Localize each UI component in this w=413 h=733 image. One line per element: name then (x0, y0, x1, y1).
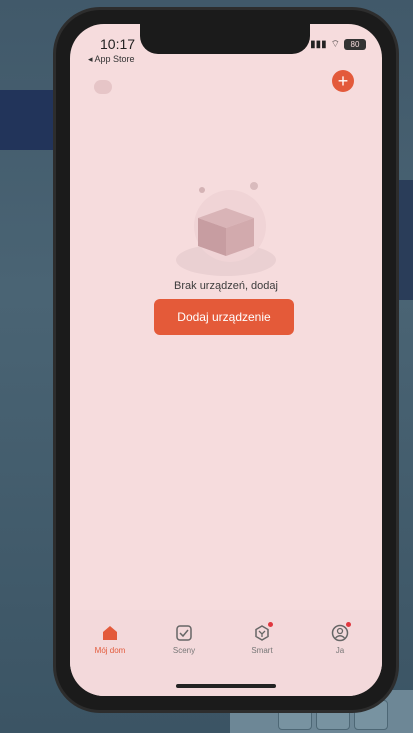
battery-icon: 80 (344, 39, 366, 50)
add-device-button[interactable]: Dodaj urządzenie (154, 299, 294, 335)
app-screen: 10:17 ◂ App Store ▮▮▮ ⌔ 80 + Brak urządz… (70, 24, 382, 696)
signal-icon: ▮▮▮ (310, 39, 327, 50)
tab-label: Sceny (172, 646, 196, 655)
tab-label: Smart (251, 646, 273, 655)
add-plus-button[interactable]: + (332, 70, 354, 92)
notch (140, 24, 310, 54)
sparkle-dot (199, 187, 205, 193)
wifi-icon: ⌔ (330, 39, 340, 50)
empty-box-illustration (176, 182, 276, 276)
back-to-app-store-link[interactable]: ◂ App Store (88, 54, 135, 65)
tab-label: Ja (335, 646, 345, 655)
tab-smart[interactable]: Smart (232, 622, 292, 655)
tab-me[interactable]: Ja (310, 622, 370, 655)
scenes-icon (175, 624, 193, 642)
smart-icon (253, 622, 273, 642)
home-indicator (176, 684, 276, 688)
notification-badge (268, 622, 273, 627)
home-icon (101, 624, 119, 642)
home-switch-icon[interactable] (94, 80, 112, 94)
tab-bar: Mój dom Sceny Smart Ja (70, 610, 382, 696)
tab-my-home[interactable]: Mój dom (80, 624, 140, 655)
sparkle-dot (250, 182, 258, 190)
status-time: 10:17 (100, 36, 136, 52)
tab-scenes[interactable]: Sceny (154, 624, 214, 655)
status-icons: ▮▮▮ ⌔ 80 (310, 38, 366, 51)
empty-state-text: Brak urządzeń, dodaj (174, 280, 278, 292)
tab-label: Mój dom (94, 646, 126, 655)
mat-strip-left (0, 90, 60, 150)
profile-icon (331, 622, 351, 642)
notification-badge (346, 622, 351, 627)
